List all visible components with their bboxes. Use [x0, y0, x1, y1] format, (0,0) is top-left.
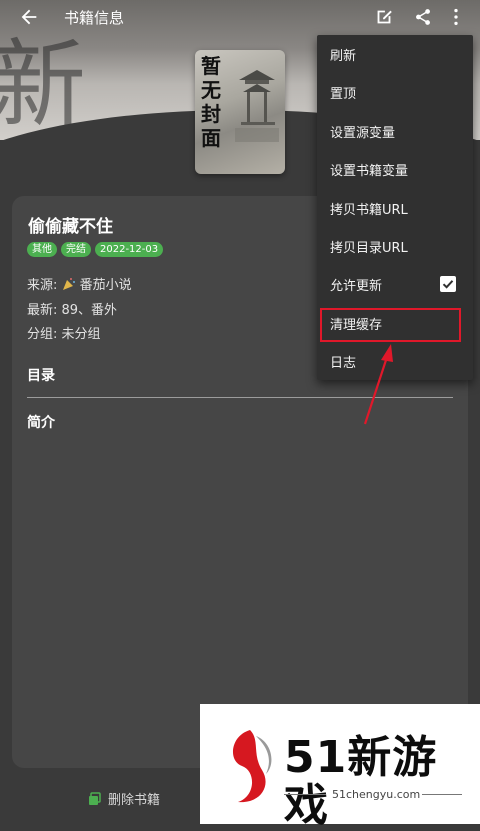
latest-chapter[interactable]: 最新: 89、番外: [27, 299, 117, 318]
menu-item-copy-catalog-url[interactable]: 拷贝目录URL: [317, 227, 473, 265]
source-row[interactable]: 来源: 番茄小说: [27, 274, 132, 293]
clear-cache-highlight-box: [320, 308, 461, 342]
page-title: 书籍信息: [64, 9, 125, 27]
group-info[interactable]: 分组: 未分组: [27, 323, 101, 342]
tag-category: 其他: [27, 242, 57, 257]
party-popper-icon: [62, 278, 75, 290]
book-title: 偷偷藏不住: [28, 217, 113, 237]
tag-status: 完结: [61, 242, 91, 257]
menu-item-label: 设置书籍变量: [330, 163, 409, 179]
menu-item-set-book-variable[interactable]: 设置书籍变量: [317, 150, 473, 188]
edit-icon[interactable]: [373, 6, 395, 28]
annotation-arrow-icon: [363, 344, 393, 425]
watermark-line-left: [284, 794, 326, 795]
menu-item-refresh[interactable]: 刷新: [317, 35, 473, 73]
allow-update-checkbox[interactable]: [440, 276, 456, 292]
menu-item-pin-top[interactable]: 置顶: [317, 73, 473, 111]
watermark-logo-icon: [232, 730, 272, 803]
tag-date: 2022-12-03: [95, 242, 164, 257]
book-cover[interactable]: 暂无封面: [195, 50, 285, 174]
delete-book-icon: [89, 791, 101, 805]
intro-heading: 简介: [27, 415, 55, 431]
menu-item-label: 日志: [330, 355, 357, 371]
site-watermark: 51新游戏 51chengyu.com: [200, 704, 480, 830]
source-label: 来源:: [27, 278, 58, 293]
watermark-url: 51chengyu.com: [332, 788, 421, 801]
share-icon[interactable]: [412, 6, 434, 28]
delete-book-label: 删除书籍: [108, 793, 161, 808]
menu-item-label: 刷新: [330, 48, 357, 64]
menu-item-label: 设置源变量: [330, 125, 396, 141]
book-tags: 其他 完结 2022-12-03: [27, 242, 164, 257]
check-icon: [442, 280, 454, 289]
arrow-left-icon[interactable]: [18, 6, 40, 28]
catalog-heading[interactable]: 目录: [27, 365, 55, 385]
menu-item-label: 允许更新: [330, 278, 383, 294]
more-vert-icon[interactable]: [445, 6, 467, 28]
menu-item-label: 置顶: [330, 86, 357, 102]
menu-item-copy-book-url[interactable]: 拷贝书籍URL: [317, 189, 473, 227]
menu-item-set-source-variable[interactable]: 设置源变量: [317, 112, 473, 150]
menu-item-label: 拷贝书籍URL: [330, 202, 408, 218]
delete-book-button[interactable]: 删除书籍: [88, 789, 160, 808]
watermark-line-right: [422, 794, 462, 795]
watermark-brand: 51新游戏: [284, 732, 438, 831]
menu-item-allow-update[interactable]: 允许更新: [317, 265, 473, 303]
menu-item-label: 拷贝目录URL: [330, 240, 408, 256]
app-bar: 书籍信息: [0, 0, 480, 34]
cover-placeholder-text: 暂无封面: [201, 54, 221, 150]
pavilion-illustration: [235, 70, 279, 142]
source-value: 番茄小说: [79, 278, 132, 293]
